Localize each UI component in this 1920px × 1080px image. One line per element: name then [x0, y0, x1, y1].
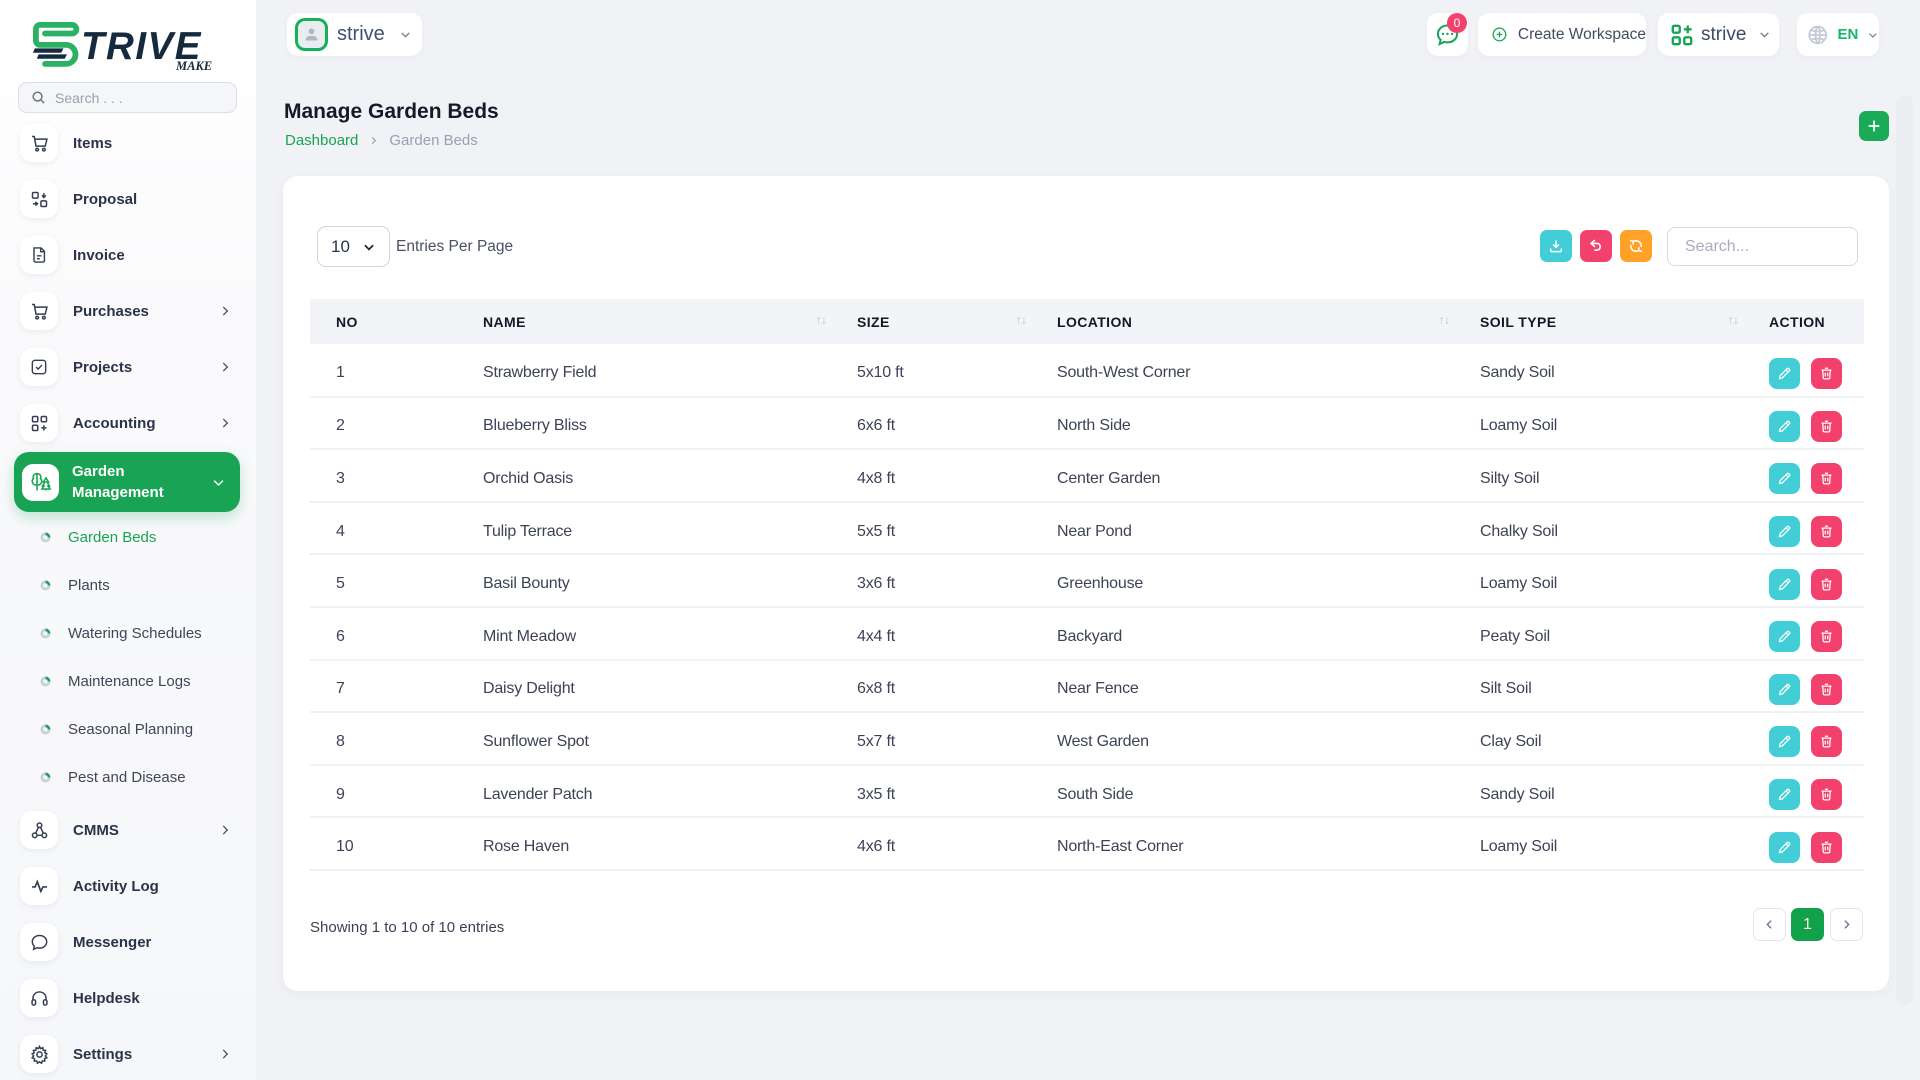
svg-text:MAKE: MAKE	[175, 59, 212, 73]
